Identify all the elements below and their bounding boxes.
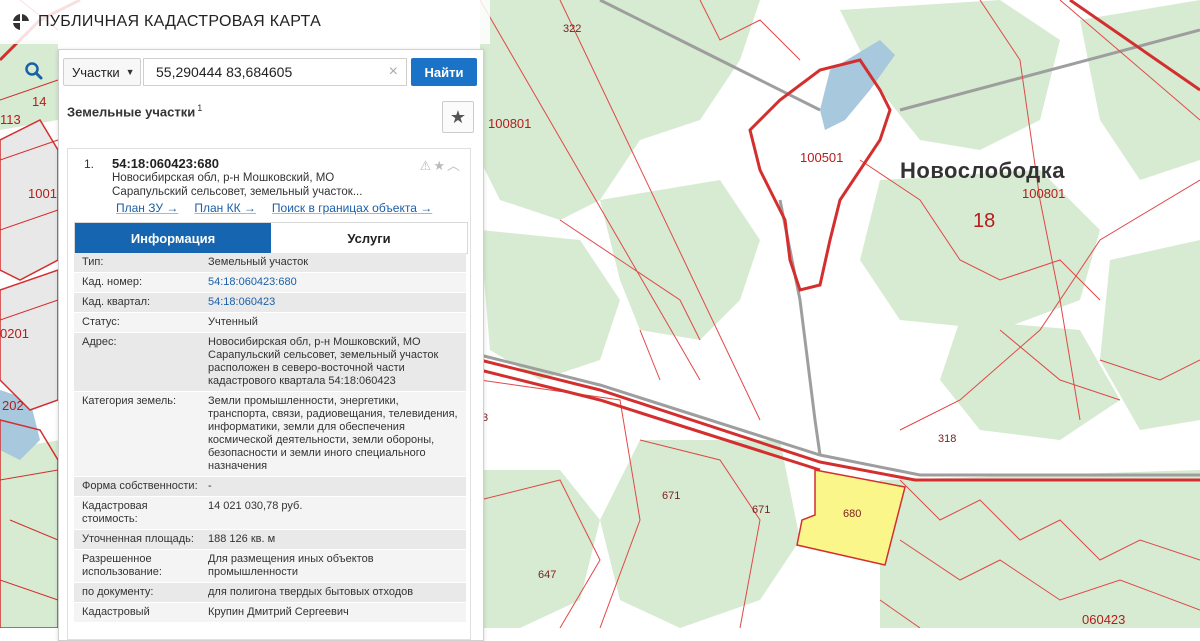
search-input-wrap: ×	[143, 58, 407, 86]
info-value: Земельный участок	[208, 256, 309, 268]
town-label: Новослободка	[900, 158, 1066, 183]
result-tabs: Информация Услуги	[74, 222, 468, 254]
info-row: Форма собственности: -	[74, 477, 466, 497]
info-value: Крупин Дмитрий Сергеевич	[208, 606, 349, 618]
card-actions: ⚠★︿	[420, 155, 462, 174]
info-row: Разрешенное использование: Для размещения…	[74, 550, 466, 583]
info-row: Тип: Земельный участок	[74, 253, 466, 273]
info-value: 188 126 кв. м	[208, 533, 276, 545]
result-address: Новосибирская обл, р-н Мошковский, МО Са…	[112, 172, 363, 198]
result-count: 1	[197, 103, 203, 113]
search-input[interactable]	[154, 63, 378, 81]
star-icon: ★	[449, 106, 467, 127]
info-key: Кадастровая стоимость:	[82, 500, 148, 525]
result-index: 1.	[84, 157, 95, 171]
map-label: 318	[938, 433, 957, 445]
info-row: Кад. номер: 54:18:060423:680	[74, 273, 466, 293]
map-label: 14	[32, 94, 47, 109]
info-row: Уточненная площадь: 188 126 кв. м	[74, 530, 466, 550]
info-key: по документу:	[82, 586, 154, 598]
result-cad-number[interactable]: 54:18:060423:680	[112, 156, 219, 171]
map-label: 1001	[28, 186, 57, 201]
info-key: Тип:	[82, 256, 104, 268]
result-card: 1. 54:18:060423:680 Новосибирская обл, р…	[67, 148, 471, 640]
search-icon-button[interactable]	[14, 57, 54, 85]
search-in-bounds-link[interactable]: Поиск в границах объекта →	[272, 201, 432, 215]
warning-icon[interactable]: ⚠	[420, 158, 434, 173]
info-row: Адрес: Новосибирская обл, р-н Мошковский,…	[74, 333, 466, 392]
map-label: 100501	[800, 150, 844, 165]
search-icon	[25, 62, 43, 80]
clear-icon[interactable]: ×	[389, 63, 398, 81]
info-value-link[interactable]: 54:18:060423:680	[200, 273, 466, 292]
search-type-select[interactable]: Участки ▼	[63, 58, 141, 86]
info-value: Учтенный	[208, 316, 258, 328]
map-label: 202	[2, 398, 24, 413]
info-value: Для размещения иных объектов промышленно…	[208, 553, 374, 578]
map-label: 100801	[488, 116, 532, 131]
info-key: Кад. номер:	[82, 276, 143, 288]
app-title: ПУБЛИЧНАЯ КАДАСТРОВАЯ КАРТА	[38, 13, 322, 30]
app-logo-icon	[12, 13, 30, 31]
results-panel: Участки ▼ × Найти Земельные участки1 ★ 1…	[58, 49, 484, 641]
info-value: для полигона твердых бытовых отходов	[208, 586, 414, 598]
info-key: Форма собственности:	[82, 480, 198, 492]
tab-services[interactable]: Услуги	[271, 223, 467, 253]
info-row: Кадастровая стоимость: 14 021 030,78 руб.	[74, 497, 466, 530]
search-bar: Участки ▼ × Найти	[59, 50, 483, 94]
find-button[interactable]: Найти	[411, 58, 477, 86]
info-table: Тип: Земельный участок Кад. номер: 54:18:0…	[74, 253, 466, 623]
star-icon[interactable]: ★	[433, 158, 447, 173]
chevron-down-icon: ▼	[125, 67, 135, 77]
favorite-button[interactable]: ★	[442, 101, 474, 133]
map-label: 647	[538, 569, 557, 581]
map-label: 0201	[0, 326, 29, 341]
info-row: Статус: Учтенный	[74, 313, 466, 333]
map-label: 680	[843, 508, 862, 520]
result-links: План ЗУ → План КК → Поиск в границах объ…	[116, 201, 432, 215]
search-type-label: Участки	[72, 64, 120, 80]
map-label: 060423	[1082, 612, 1126, 627]
info-key: Кадастровый	[82, 606, 150, 618]
info-key: Кад. квартал:	[82, 296, 151, 308]
tab-information[interactable]: Информация	[75, 223, 271, 253]
info-row: по документу: для полигона твердых бытовы…	[74, 583, 466, 603]
app-header: ПУБЛИЧНАЯ КАДАСТРОВАЯ КАРТА	[0, 0, 480, 44]
section-title: Земельные участки 1	[67, 103, 202, 119]
info-key: Адрес:	[82, 336, 117, 348]
info-row: Категория земель: Земли промышленности, э…	[74, 392, 466, 477]
map-label: 18	[973, 210, 996, 232]
plan-zu-link[interactable]: План ЗУ →	[116, 201, 178, 215]
info-row: Кадастровый Крупин Дмитрий Сергеевич	[74, 603, 466, 623]
info-key: Категория земель:	[82, 395, 177, 407]
info-key: Статус:	[82, 316, 120, 328]
plan-kk-link[interactable]: План КК →	[194, 201, 256, 215]
info-value: 14 021 030,78 руб.	[208, 500, 303, 512]
map-label: 113	[0, 112, 21, 127]
map-label: 100801	[1022, 186, 1066, 201]
map-label: 671	[752, 504, 771, 516]
section-title-text: Земельные участки	[67, 104, 196, 120]
info-value: -	[208, 480, 212, 492]
info-value-link[interactable]: 54:18:060423	[200, 293, 466, 312]
collapse-icon[interactable]: ︿	[447, 158, 462, 173]
map-label: 671	[662, 490, 681, 502]
info-key: Уточненная площадь:	[82, 533, 194, 545]
info-key: Разрешенное использование:	[82, 553, 162, 578]
info-row: Кад. квартал: 54:18:060423	[74, 293, 466, 313]
map-label: 322	[563, 23, 582, 35]
info-value: Земли промышленности, энергетики, трансп…	[208, 395, 458, 472]
info-value: Новосибирская обл, р-н Мошковский, МО Са…	[208, 336, 439, 387]
